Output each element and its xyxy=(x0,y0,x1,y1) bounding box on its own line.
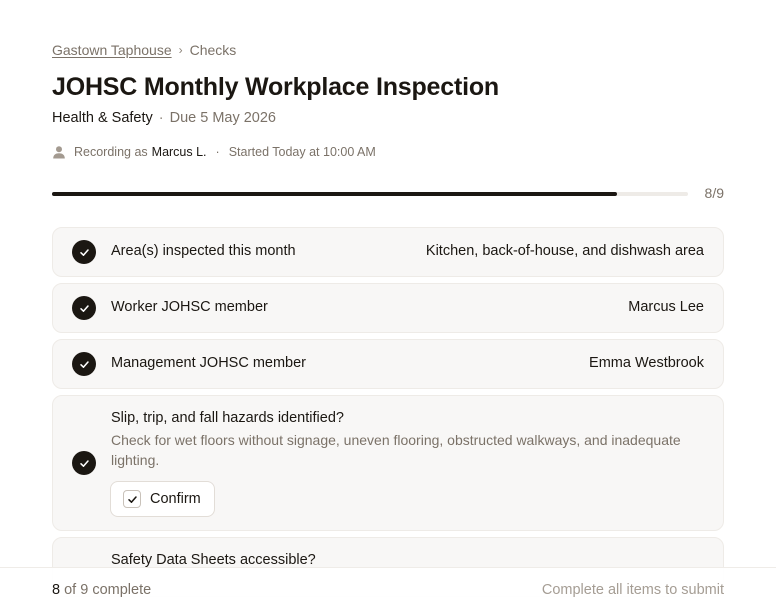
started-time: Started Today at 10:00 AM xyxy=(228,145,376,159)
checkbox-checked-icon[interactable] xyxy=(123,490,141,508)
item-label: Area(s) inspected this month xyxy=(111,243,296,259)
progress-row: 8/9 xyxy=(52,185,724,203)
breadcrumb-current: Checks xyxy=(189,42,237,58)
recording-prefix: Recording as xyxy=(74,145,148,159)
item-label: Worker JOHSC member xyxy=(111,299,268,315)
progress-bar xyxy=(52,192,688,196)
breadcrumb-location-link[interactable]: Gastown Taphouse xyxy=(52,42,172,58)
meta-separator: · xyxy=(215,145,220,159)
category-label: Health & Safety xyxy=(52,110,153,126)
person-icon xyxy=(52,145,66,159)
progress-bar-fill xyxy=(52,192,618,196)
confirm-button[interactable]: Confirm xyxy=(110,481,215,517)
inspection-page: Gastown Taphouse › Checks JOHSC Monthly … xyxy=(0,0,776,612)
check-circle-icon xyxy=(72,240,96,264)
subtitle: Health & Safety · Due 5 May 2026 xyxy=(52,110,276,126)
breadcrumb: Gastown Taphouse › Checks xyxy=(52,42,236,58)
completion-count: 8 of 9 complete xyxy=(52,582,151,598)
checklist: Area(s) inspected this month Kitchen, ba… xyxy=(52,227,724,603)
checklist-item[interactable]: Area(s) inspected this month Kitchen, ba… xyxy=(52,227,724,277)
confirm-label: Confirm xyxy=(150,491,201,507)
recorder-name: Marcus L. xyxy=(151,145,207,159)
recording-meta: Recording as Marcus L. · Started Today a… xyxy=(52,145,376,159)
progress-count: 8/9 xyxy=(704,185,724,201)
check-circle-icon xyxy=(72,352,96,376)
check-circle-icon xyxy=(72,451,96,475)
item-description: Check for wet floors without signage, un… xyxy=(111,432,681,468)
check-circle-icon xyxy=(72,296,96,320)
subtitle-separator: · xyxy=(158,110,164,126)
submit-hint: Complete all items to submit xyxy=(541,582,724,598)
page-title: JOHSC Monthly Workplace Inspection xyxy=(52,73,499,101)
due-date: Due 5 May 2026 xyxy=(169,110,276,126)
item-label: Slip, trip, and fall hazards identified? xyxy=(111,410,344,426)
completion-number: 8 xyxy=(52,582,61,598)
chevron-right-icon: › xyxy=(178,43,183,57)
item-label: Management JOHSC member xyxy=(111,355,307,371)
item-answer: Kitchen, back-of-house, and dishwash are… xyxy=(425,243,704,259)
footer-bar: 8 of 9 complete Complete all items to su… xyxy=(0,567,776,612)
item-answer: Emma Westbrook xyxy=(589,355,704,371)
item-label: Safety Data Sheets accessible? xyxy=(111,552,316,568)
completion-suffix: of 9 complete xyxy=(64,582,152,598)
checklist-item[interactable]: Management JOHSC member Emma Westbrook xyxy=(52,339,724,389)
checklist-item: Slip, trip, and fall hazards identified?… xyxy=(52,395,724,531)
item-answer: Marcus Lee xyxy=(628,299,704,315)
checklist-item[interactable]: Worker JOHSC member Marcus Lee xyxy=(52,283,724,333)
